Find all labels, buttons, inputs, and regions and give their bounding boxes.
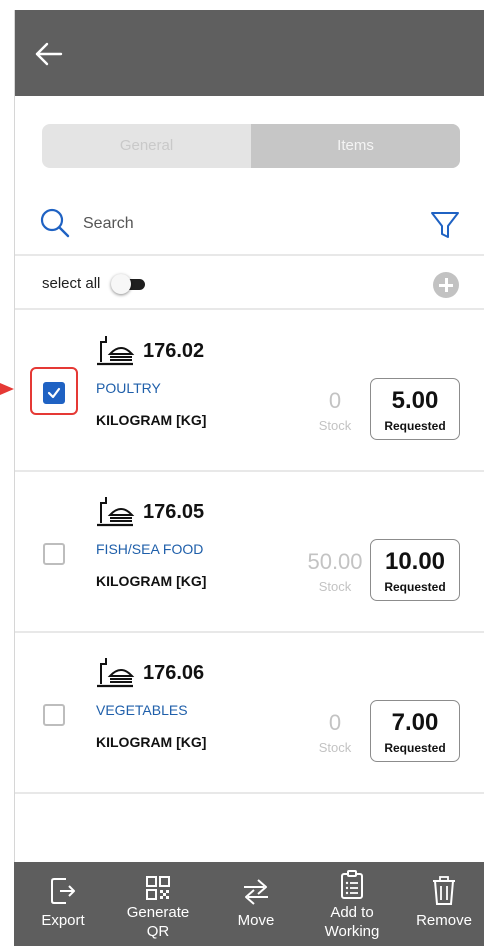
select-all-row: select all [15,260,484,308]
clipboard-list-icon [341,870,363,899]
search-input[interactable] [81,209,385,239]
requested-quantity-box[interactable]: 10.00 Requested [370,539,460,601]
item-category: POULTRY [96,380,161,396]
select-all-toggle[interactable] [111,274,147,294]
add-to-working-button[interactable]: Add to Working [312,862,392,946]
qr-code-icon [146,876,170,900]
segmented-tabs: General Items [42,124,460,168]
add-to-working-label-line1: Add to [330,904,374,921]
filter-icon[interactable] [429,209,461,241]
toggle-knob [111,274,131,294]
item-checkbox[interactable] [43,382,65,404]
export-button[interactable]: Export [28,862,98,946]
requested-value: 7.00 [391,709,439,736]
bottom-action-bar: Export Generate QR Move Add to Working R… [14,862,484,946]
pointer-arrow-icon [0,383,14,395]
add-to-working-label-line2: Working [324,923,380,940]
dish-icon [97,336,135,366]
requested-label: Requested [384,741,446,755]
requested-quantity-box[interactable]: 5.00 Requested [370,378,460,440]
item-unit: KILOGRAM [KG] [96,412,207,428]
tab-general[interactable]: General [42,124,251,168]
item-checkbox[interactable] [43,704,65,726]
export-icon [51,878,75,904]
item-code: 176.02 [143,340,205,362]
trash-icon [433,876,455,905]
back-arrow-icon[interactable] [33,38,65,70]
dish-icon [97,497,135,527]
app-bar [15,10,484,96]
generate-qr-button[interactable]: Generate QR [118,862,198,946]
move-label: Move [237,912,275,929]
item-code: 176.05 [143,501,205,523]
remove-label: Remove [416,912,472,929]
add-item-button[interactable] [433,272,459,298]
requested-label: Requested [384,419,446,433]
item-category: VEGETABLES [96,702,188,718]
search-icon[interactable] [39,207,71,239]
search-bar [15,200,484,246]
select-all-label: select all [42,275,101,292]
dish-icon [97,658,135,688]
item-code: 176.06 [143,662,205,684]
requested-value: 5.00 [391,387,439,414]
item-category: FISH/SEA FOOD [96,541,204,557]
generate-qr-label-line1: Generate [126,904,190,921]
tab-items[interactable]: Items [251,124,460,168]
list-item: 176.02 POULTRY KILOGRAM [KG] 0 Stock 5.0… [15,310,484,470]
requested-quantity-box[interactable]: 7.00 Requested [370,700,460,762]
export-label: Export [41,912,85,929]
checkmark-icon [47,387,61,399]
list-item: 176.06 VEGETABLES KILOGRAM [KG] 0 Stock … [15,632,484,792]
item-unit: KILOGRAM [KG] [96,573,207,589]
item-unit: KILOGRAM [KG] [96,734,207,750]
list-item: 176.05 FISH/SEA FOOD KILOGRAM [KG] 50.00… [15,471,484,631]
item-checkbox[interactable] [43,543,65,565]
move-button[interactable]: Move [220,862,292,946]
requested-value: 10.00 [384,548,446,575]
swap-arrows-icon [244,879,268,905]
remove-button[interactable]: Remove [404,862,484,946]
generate-qr-label-line2: QR [146,923,170,940]
divider [15,792,484,794]
divider [15,254,484,256]
requested-label: Requested [384,580,446,594]
phone-screen: General Items select all 176.02 [14,10,484,946]
